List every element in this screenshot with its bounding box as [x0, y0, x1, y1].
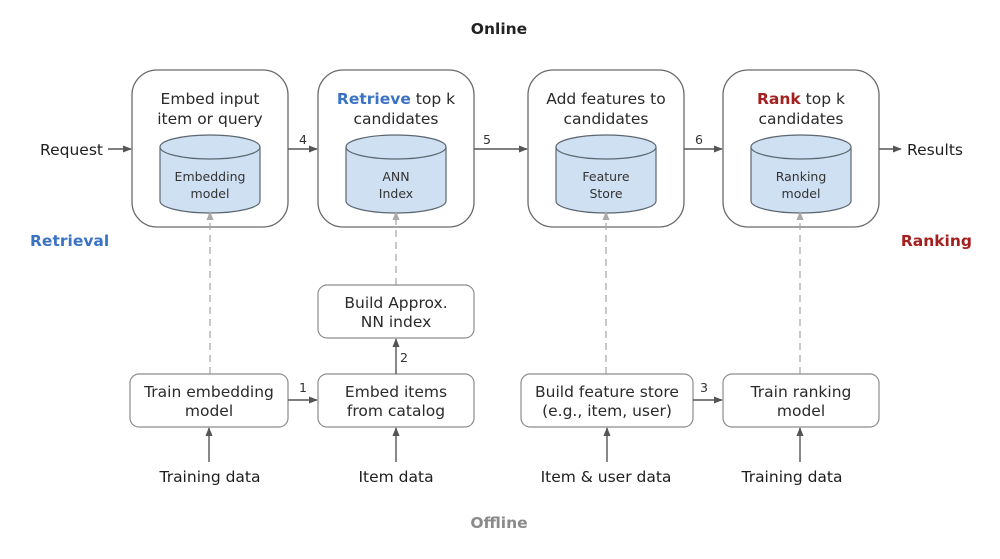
stage-title-line2: candidates: [353, 110, 438, 128]
feature-store-label-line2: Store: [589, 186, 622, 201]
offline-label: Offline: [470, 514, 527, 532]
embed-items-line1: Embed items: [345, 383, 447, 401]
stage-title-rest: top k: [801, 90, 845, 108]
data-source-training-ranking: Training data: [741, 468, 843, 486]
offline-box-embed-items: Embed items from catalog: [317, 373, 475, 428]
step-number-5: 5: [483, 132, 491, 147]
offline-box-train-embedding: Train embedding model: [129, 373, 289, 428]
ann-index-label-line2: Index: [379, 186, 413, 201]
online-stage-embed-input: Embed input item or query Embedding model: [131, 69, 289, 228]
stage-title-line2: candidates: [563, 110, 648, 128]
ann-index-label-line1: ANN: [382, 169, 409, 184]
step-number-4: 4: [299, 132, 307, 147]
online-stage-retrieve: Retrieve top k candidates ANN Index: [317, 69, 475, 228]
offline-box-build-feature-store: Build feature store (e.g., item, user): [520, 373, 694, 428]
stage-title-rest: Add features to: [546, 90, 665, 108]
stage-title-line1: Add features to: [546, 90, 665, 108]
train-embedding-line2: model: [185, 402, 233, 420]
results-label: Results: [907, 141, 963, 159]
build-feature-store-line2: (e.g., item, user): [542, 402, 672, 420]
step-number-1: 1: [299, 380, 307, 395]
train-ranking-line1: Train ranking: [750, 383, 852, 401]
train-ranking-line2: model: [777, 402, 825, 420]
build-ann-line1: Build Approx.: [344, 294, 447, 312]
build-feature-store-line1: Build feature store: [535, 383, 679, 401]
train-embedding-line1: Train embedding: [143, 383, 274, 401]
stage-title-highlight: Retrieve: [337, 90, 411, 108]
ranking-label: Ranking: [901, 232, 972, 250]
stage-title-rest: top k: [411, 90, 455, 108]
embed-items-line2: from catalog: [347, 402, 445, 420]
ranking-model-label-line2: model: [782, 186, 821, 201]
stage-title-line2: item or query: [157, 110, 262, 128]
stage-title-highlight: Rank: [757, 90, 801, 108]
data-source-item: Item data: [358, 468, 433, 486]
stage-title-line2: candidates: [758, 110, 843, 128]
feature-store-label-line1: Feature: [582, 169, 630, 184]
embedding-model-label-line1: Embedding: [175, 169, 246, 184]
request-label: Request: [40, 141, 103, 159]
online-label: Online: [471, 20, 527, 38]
stage-title-line1: Retrieve top k: [337, 90, 455, 108]
recsys-architecture-diagram: Online Offline Retrieval Ranking Request…: [30, 20, 972, 532]
stage-title-line1: Embed input: [161, 90, 260, 108]
ranking-model-label-line1: Ranking: [776, 169, 827, 184]
step-number-2: 2: [400, 350, 408, 365]
data-source-item-user: Item & user data: [541, 468, 672, 486]
offline-box-train-ranking: Train ranking model: [722, 373, 880, 428]
online-stage-rank: Rank top k candidates Ranking model: [722, 69, 880, 228]
data-source-training-embedding: Training data: [159, 468, 261, 486]
offline-box-build-ann: Build Approx. NN index: [317, 284, 475, 339]
online-stage-add-features: Add features to candidates Feature Store: [527, 69, 685, 228]
stage-title-rest: Embed input: [161, 90, 260, 108]
retrieval-label: Retrieval: [30, 232, 109, 250]
stage-title-line1: Rank top k: [757, 90, 845, 108]
step-number-3: 3: [700, 380, 708, 395]
embedding-model-label-line2: model: [191, 186, 230, 201]
build-ann-line2: NN index: [361, 313, 432, 331]
step-number-6: 6: [695, 132, 703, 147]
